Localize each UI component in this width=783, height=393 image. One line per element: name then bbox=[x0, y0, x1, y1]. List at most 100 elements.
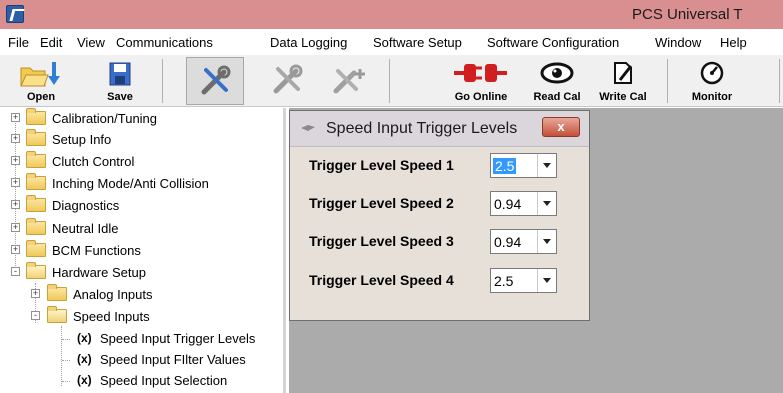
trigger-level-speed-3-select[interactable]: 0.94 bbox=[490, 229, 557, 254]
chevron-down-icon[interactable] bbox=[537, 230, 556, 253]
folder-open-icon bbox=[47, 306, 67, 323]
tree-item-speed-inputs[interactable]: - Speed Inputs bbox=[0, 306, 283, 328]
write-cal-button[interactable]: Write Cal bbox=[592, 57, 654, 105]
menu-view[interactable]: View bbox=[77, 35, 105, 50]
expand-icon[interactable]: + bbox=[11, 245, 20, 254]
folder-icon bbox=[26, 195, 46, 212]
tree-item-hardware-setup[interactable]: - Hardware Setup bbox=[0, 262, 283, 284]
tree-item-bcm-functions[interactable]: + BCM Functions bbox=[0, 240, 283, 262]
trigger-level-speed-4-select[interactable]: 2.5 bbox=[490, 268, 557, 293]
tree-item-calibration-tuning[interactable]: + Calibration/Tuning bbox=[0, 108, 283, 130]
tree-item-clutch-control[interactable]: + Clutch Control bbox=[0, 151, 283, 173]
folder-icon bbox=[26, 108, 46, 125]
window-title: PCS Universal T bbox=[632, 6, 743, 23]
chevron-down-icon[interactable] bbox=[537, 154, 556, 177]
tree-item-setup-info[interactable]: + Setup Info bbox=[0, 129, 283, 151]
menu-edit[interactable]: Edit bbox=[40, 35, 62, 50]
collapse-icon[interactable]: - bbox=[31, 311, 40, 320]
toolbar-separator bbox=[162, 59, 163, 103]
close-button[interactable]: x bbox=[542, 117, 580, 137]
write-cal-label: Write Cal bbox=[599, 91, 647, 103]
variable-icon: (x) bbox=[77, 352, 92, 366]
select-value: 2.5 bbox=[494, 273, 514, 289]
tree-item-analog-inputs[interactable]: + Analog Inputs bbox=[0, 284, 283, 306]
select-value: 2.5 bbox=[493, 158, 517, 174]
menu-help[interactable]: Help bbox=[720, 35, 747, 50]
tree-item-label: BCM Functions bbox=[52, 243, 141, 258]
chevron-down-icon[interactable] bbox=[537, 192, 556, 215]
expand-icon[interactable]: + bbox=[11, 223, 20, 232]
navigation-tree[interactable]: + Calibration/Tuning + Setup Info + Clut… bbox=[0, 108, 286, 393]
open-label: Open bbox=[26, 91, 56, 103]
tools-disabled-button[interactable] bbox=[265, 57, 309, 105]
variable-icon: (x) bbox=[77, 373, 92, 387]
variable-icon: (x) bbox=[77, 331, 92, 345]
tree-item-inching-mode[interactable]: + Inching Mode/Anti Collision bbox=[0, 173, 283, 195]
trigger-level-speed-4-label: Trigger Level Speed 4 bbox=[309, 272, 454, 288]
menu-window[interactable]: Window bbox=[655, 35, 701, 50]
save-button[interactable]: Save bbox=[100, 57, 140, 105]
tree-item-label: Speed Inputs bbox=[73, 309, 150, 324]
tree-item-label: Speed Input Selection bbox=[100, 373, 228, 388]
trigger-level-speed-2-select[interactable]: 0.94 bbox=[490, 191, 557, 216]
folder-icon bbox=[26, 240, 46, 257]
tools-button[interactable] bbox=[186, 57, 244, 105]
folder-icon bbox=[26, 151, 46, 168]
speed-input-trigger-levels-dialog: Speed Input Trigger Levels x Trigger Lev… bbox=[289, 110, 590, 321]
toolbar-separator bbox=[779, 59, 780, 103]
tree-item-label: Inching Mode/Anti Collision bbox=[52, 176, 209, 191]
monitor-button[interactable]: Monitor bbox=[683, 57, 741, 105]
dialog-icon bbox=[301, 125, 315, 131]
tree-item-speed-input-selection[interactable]: (x) Speed Input Selection bbox=[0, 370, 283, 392]
tools-add-button[interactable] bbox=[325, 57, 375, 105]
save-disk-icon bbox=[109, 62, 131, 86]
title-bar: PCS Universal T bbox=[0, 0, 783, 29]
trigger-level-speed-3-label: Trigger Level Speed 3 bbox=[309, 233, 454, 249]
folder-icon bbox=[47, 284, 67, 301]
trigger-level-speed-2-label: Trigger Level Speed 2 bbox=[309, 195, 454, 211]
chevron-down-icon[interactable] bbox=[537, 269, 556, 292]
tree-item-label: Analog Inputs bbox=[73, 287, 153, 302]
menu-data-logging[interactable]: Data Logging bbox=[270, 35, 347, 50]
expand-icon[interactable]: + bbox=[11, 178, 20, 187]
folder-open-icon bbox=[26, 262, 46, 279]
folder-icon bbox=[26, 218, 46, 235]
monitor-label: Monitor bbox=[691, 91, 733, 103]
collapse-icon[interactable]: - bbox=[11, 267, 20, 276]
dialog-title-bar[interactable]: Speed Input Trigger Levels x bbox=[290, 111, 589, 147]
gauge-icon bbox=[700, 61, 724, 85]
expand-icon[interactable]: + bbox=[11, 156, 20, 165]
app-icon[interactable] bbox=[6, 5, 24, 23]
write-document-icon bbox=[614, 62, 633, 84]
tree-item-speed-input-filter-values[interactable]: (x) Speed Input FIlter Values bbox=[0, 349, 283, 371]
folder-icon bbox=[26, 129, 46, 146]
go-online-button[interactable]: Go Online bbox=[442, 57, 520, 105]
tree-item-label: Setup Info bbox=[52, 132, 112, 147]
expand-icon[interactable]: + bbox=[11, 200, 20, 209]
menu-software-configuration[interactable]: Software Configuration bbox=[487, 35, 619, 50]
toolbar: Open Save Go Online Read Cal Write Cal M… bbox=[0, 55, 783, 107]
trigger-level-speed-1-select[interactable]: 2.5 bbox=[490, 153, 557, 178]
tree-item-diagnostics[interactable]: + Diagnostics bbox=[0, 195, 283, 217]
tree-item-label: Speed Input Trigger Levels bbox=[100, 331, 256, 346]
toolbar-separator bbox=[389, 59, 390, 103]
expand-icon[interactable]: + bbox=[11, 113, 20, 122]
read-cal-button[interactable]: Read Cal bbox=[526, 57, 588, 105]
menu-file[interactable]: File bbox=[8, 35, 29, 50]
tree-item-label: Neutral Idle bbox=[52, 221, 119, 236]
go-online-label: Go Online bbox=[454, 91, 508, 103]
tools-disabled-icon bbox=[273, 64, 303, 94]
tree-item-speed-input-trigger-levels[interactable]: (x) Speed Input Trigger Levels bbox=[0, 328, 283, 350]
menu-communications[interactable]: Communications bbox=[116, 35, 213, 50]
tree-item-label: Speed Input FIlter Values bbox=[100, 352, 246, 367]
open-button[interactable]: Open bbox=[14, 57, 68, 105]
tools-icon bbox=[201, 65, 231, 95]
menu-software-setup[interactable]: Software Setup bbox=[373, 35, 462, 50]
expand-icon[interactable]: + bbox=[11, 134, 20, 143]
open-folder-icon bbox=[20, 62, 60, 87]
select-value: 0.94 bbox=[494, 196, 522, 212]
expand-icon[interactable]: + bbox=[31, 289, 40, 298]
tree-item-label: Diagnostics bbox=[52, 198, 120, 213]
folder-icon bbox=[26, 173, 46, 190]
tree-item-neutral-idle[interactable]: + Neutral Idle bbox=[0, 218, 283, 240]
